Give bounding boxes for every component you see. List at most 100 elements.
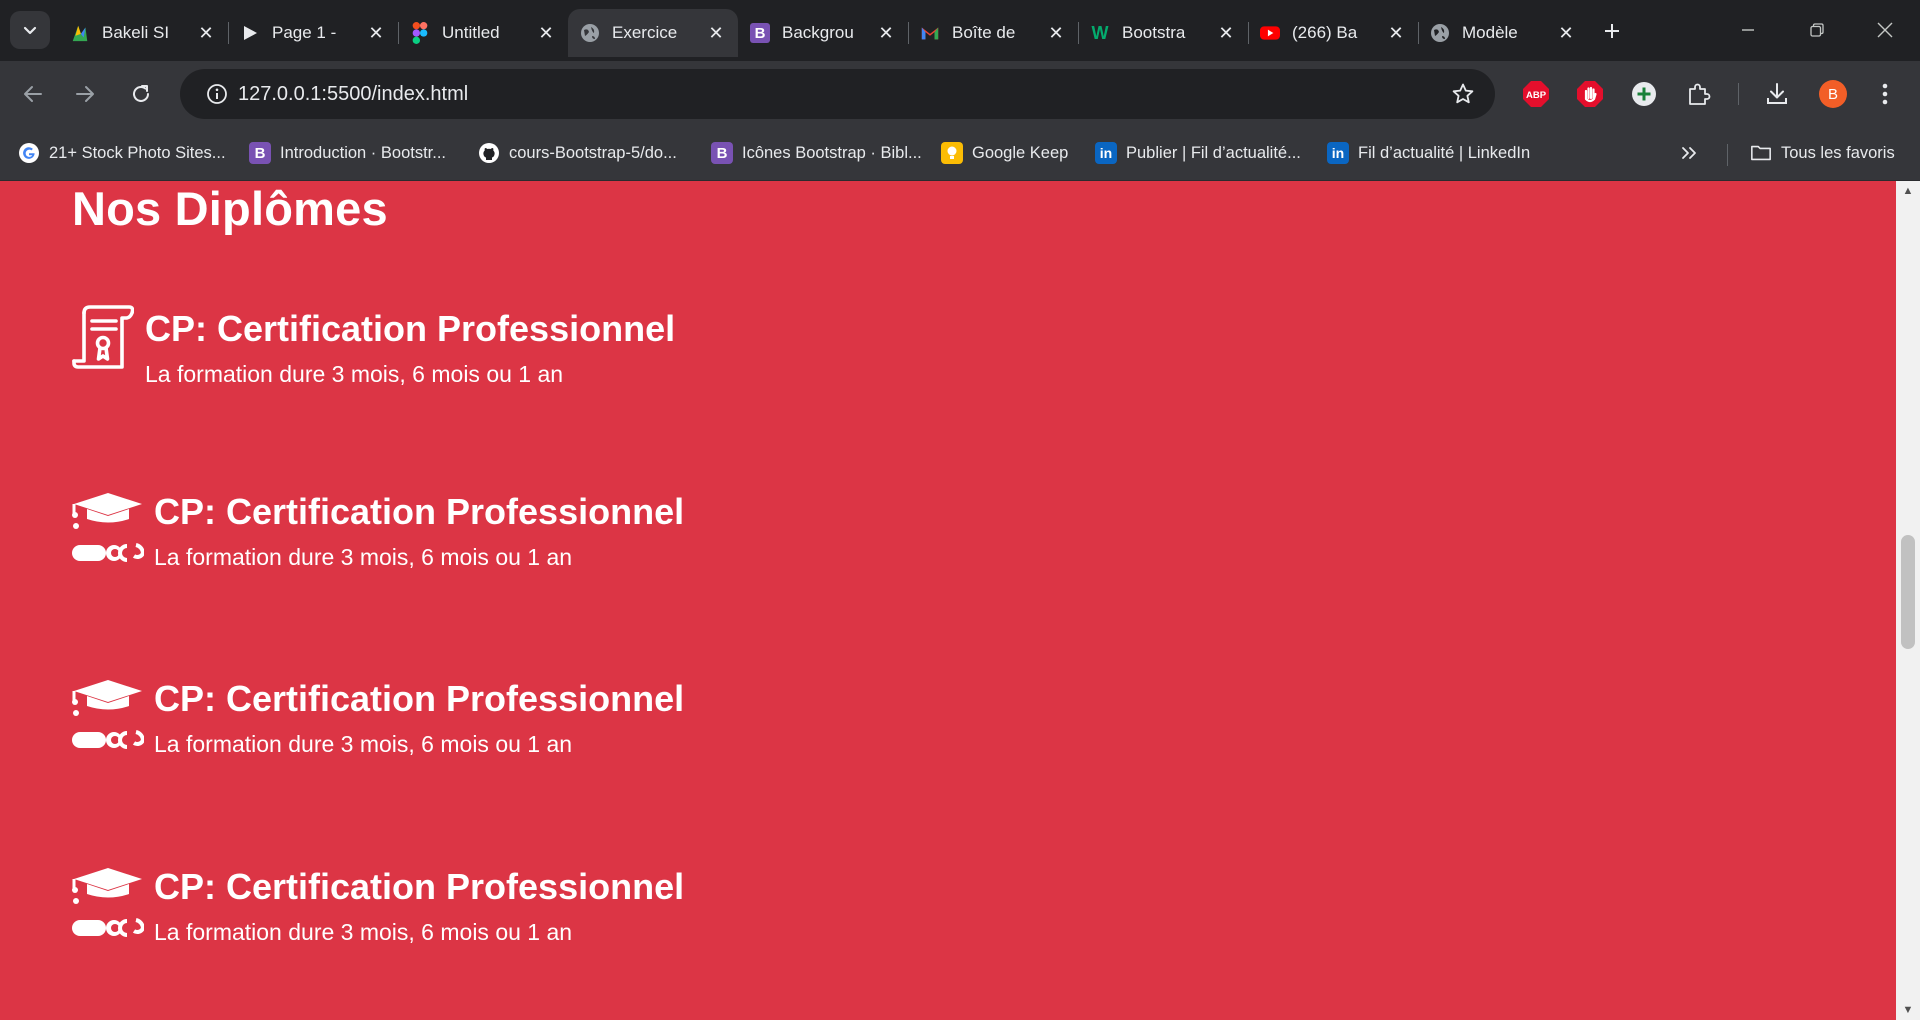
tab-exercice[interactable]: Exercice ✕ [568,9,738,57]
arrow-right-icon [76,86,94,102]
bookmark-item[interactable]: in Fil d’actualité | LinkedIn [1327,138,1530,168]
chevron-down-icon [23,26,37,35]
forward-button[interactable] [66,75,104,113]
tab-page1[interactable]: Page 1 - ✕ [228,9,398,57]
bookmark-label: Google Keep [972,143,1069,162]
tab-title: Boîte de [952,23,1016,42]
youtube-icon [1260,23,1280,43]
tab-gmail[interactable]: Boîte de ✕ [908,9,1078,57]
folder-icon [1750,142,1772,164]
bookmark-item[interactable]: cours-Bootstrap-5/do... [478,138,677,168]
close-icon[interactable]: ✕ [706,23,726,43]
bookmark-label: Introduction · Bootstr... [280,143,446,162]
w3-icon: W [1091,22,1109,43]
bookmark-item[interactable]: in Publier | Fil d’actualité... [1095,138,1301,168]
close-icon[interactable]: ✕ [1046,23,1066,43]
diploma-item: CP: Certification Professionnel La forma… [72,678,772,780]
plus-circle-icon[interactable] [1627,77,1661,111]
minimize-button[interactable] [1725,12,1771,48]
puzzle-icon[interactable] [1681,77,1715,111]
site-info-icon[interactable] [192,83,242,105]
bootstrap-icon: B [249,142,271,164]
bookmarks-divider [1727,144,1728,166]
bookmark-label: 21+ Stock Photo Sites... [49,143,226,162]
tab-bakeli[interactable]: Bakeli SI ✕ [58,9,228,57]
plus-icon [1605,24,1619,38]
profile-avatar[interactable]: B [1816,77,1850,111]
page-scrollbar[interactable]: ▲ ▼ [1896,181,1920,1020]
tab-list: Bakeli SI ✕ Page 1 - ✕ Untitled ✕ Exerci… [58,9,1588,61]
diploma-item: CP: Certification Professionnel La forma… [72,491,772,593]
chevron-double-right-icon [1682,147,1696,159]
close-icon[interactable]: ✕ [196,23,216,43]
bookmark-item[interactable]: B Icônes Bootstrap · Bibl... [711,138,922,168]
page-content: Nos Diplômes CP: Certification Professio… [0,181,1896,1020]
close-icon[interactable]: ✕ [1216,23,1236,43]
close-icon[interactable]: ✕ [1386,23,1406,43]
graduation-cap-icon [72,493,146,568]
diploma-title: CP: Certification Professionnel [154,866,685,907]
diploma-title: CP: Certification Professionnel [145,308,676,349]
tab-background[interactable]: B Backgrou ✕ [738,9,908,57]
adblock-icon[interactable]: ABP [1519,77,1553,111]
scrollbar-thumb[interactable] [1901,535,1915,649]
diploma-description: La formation dure 3 mois, 6 mois ou 1 an [154,731,573,757]
more-menu-button[interactable] [1868,77,1902,111]
bookmark-label: cours-Bootstrap-5/do... [509,143,677,162]
github-icon [478,142,500,164]
url-text: 127.0.0.1:5500/index.html [238,82,469,105]
tab-strip: Bakeli SI ✕ Page 1 - ✕ Untitled ✕ Exerci… [0,0,1920,61]
bookmark-item[interactable]: B Introduction · Bootstr... [249,138,446,168]
minimize-icon [1742,29,1754,31]
gmail-icon [920,23,940,43]
bookmark-item[interactable]: Google Keep [941,138,1068,168]
back-button[interactable] [14,75,52,113]
reload-icon [133,85,149,102]
svg-text:ABP: ABP [1526,90,1547,101]
certificate-icon [72,305,135,376]
google-icon [18,142,40,164]
tab-title: Exercice [612,23,678,42]
tab-bootstrap-w3[interactable]: W Bootstra ✕ [1078,9,1248,57]
bookmarks-overflow-button[interactable] [1680,138,1698,168]
browser-toolbar: 127.0.0.1:5500/index.html ABP B [0,61,1920,127]
play-icon [240,23,260,43]
keep-icon [941,142,963,164]
bakeli-icon [70,23,90,43]
close-icon[interactable]: ✕ [536,23,556,43]
tab-title: Bakeli SI [102,23,170,42]
avatar: B [1819,80,1847,108]
tab-title: Modèle [1462,23,1518,42]
download-icon[interactable] [1760,77,1794,111]
scroll-up-arrow-icon[interactable]: ▲ [1896,181,1920,201]
bookmark-label: Icônes Bootstrap · Bibl... [742,143,922,162]
bookmark-item[interactable]: 21+ Stock Photo Sites... [18,138,226,168]
hand-stop-icon[interactable] [1573,77,1607,111]
figma-icon [410,22,430,44]
close-window-button[interactable] [1862,12,1908,48]
tab-modele[interactable]: Modèle ✕ [1418,9,1588,57]
all-bookmarks-label: Tous les favoris [1781,143,1895,162]
globe-icon [1430,23,1450,43]
tab-title: Backgrou [782,23,854,42]
arrow-left-icon [24,86,42,102]
bookmark-label: Fil d’actualité | LinkedIn [1358,143,1531,162]
reload-button[interactable] [122,75,160,113]
address-bar[interactable]: 127.0.0.1:5500/index.html [180,69,1495,119]
page-title: Nos Diplômes [72,182,388,235]
restore-button[interactable] [1794,12,1840,48]
bootstrap-icon: B [750,23,770,43]
tab-untitled[interactable]: Untitled ✕ [398,9,568,57]
close-icon[interactable]: ✕ [1556,23,1576,43]
all-bookmarks-button[interactable]: Tous les favoris [1750,138,1895,168]
diploma-item: CP: Certification Professionnel La forma… [72,305,772,405]
diploma-description: La formation dure 3 mois, 6 mois ou 1 an [154,544,573,570]
bookmark-star-icon[interactable] [1451,82,1475,111]
close-icon[interactable]: ✕ [876,23,896,43]
tab-search-button[interactable] [10,11,50,49]
close-icon[interactable]: ✕ [366,23,386,43]
new-tab-button[interactable] [1597,16,1627,46]
tab-youtube[interactable]: (266) Ba ✕ [1248,9,1418,57]
linkedin-icon: in [1095,142,1117,164]
scroll-down-arrow-icon[interactable]: ▼ [1896,1000,1920,1020]
